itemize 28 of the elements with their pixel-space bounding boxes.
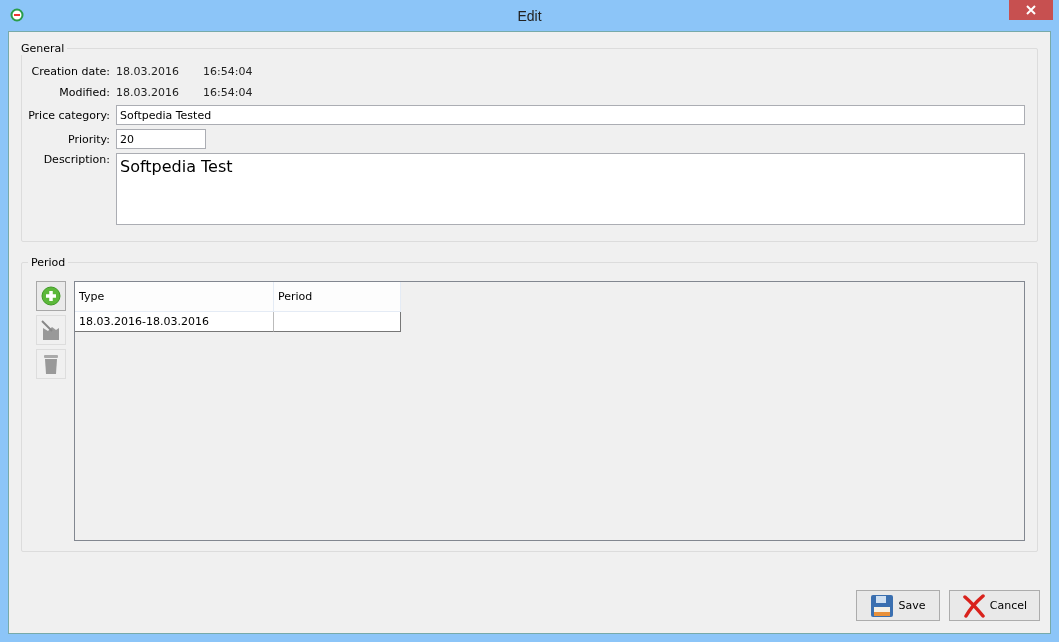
group-title: General [20,42,66,55]
field-label: Modified: [58,86,110,99]
app-icon [10,8,24,22]
field-label: Priority: [66,132,110,146]
column-header[interactable]: Type [75,282,274,312]
plus-icon [41,286,61,306]
description-field[interactable]: Softpedia Test [116,153,1025,225]
column-header[interactable]: Period [274,282,401,312]
time-value: 16:54:04 [203,65,253,78]
field-label: Price category: [27,108,110,122]
field-label: Description: [42,153,110,166]
cancel-button[interactable]: Cancel [949,590,1040,621]
cross-icon [961,593,986,618]
trash-icon [43,353,59,375]
group-title: Period [30,256,67,269]
priority-field[interactable]: 20 [116,129,206,149]
field-label: Creation date: [30,65,110,78]
date-value: 18.03.2016 [116,86,179,99]
close-button[interactable] [1009,0,1053,20]
save-button[interactable]: Save [856,590,940,621]
time-value: 16:54:04 [203,86,253,99]
close-icon [1026,5,1036,15]
edit-icon [40,319,62,341]
price-category-field[interactable]: Softpedia Tested [116,105,1025,125]
table-cell: 18.03.2016-18.03.2016 [75,312,274,332]
window-title: Edit [517,7,542,24]
date-value: 18.03.2016 [116,65,179,78]
add-button[interactable] [36,281,66,311]
